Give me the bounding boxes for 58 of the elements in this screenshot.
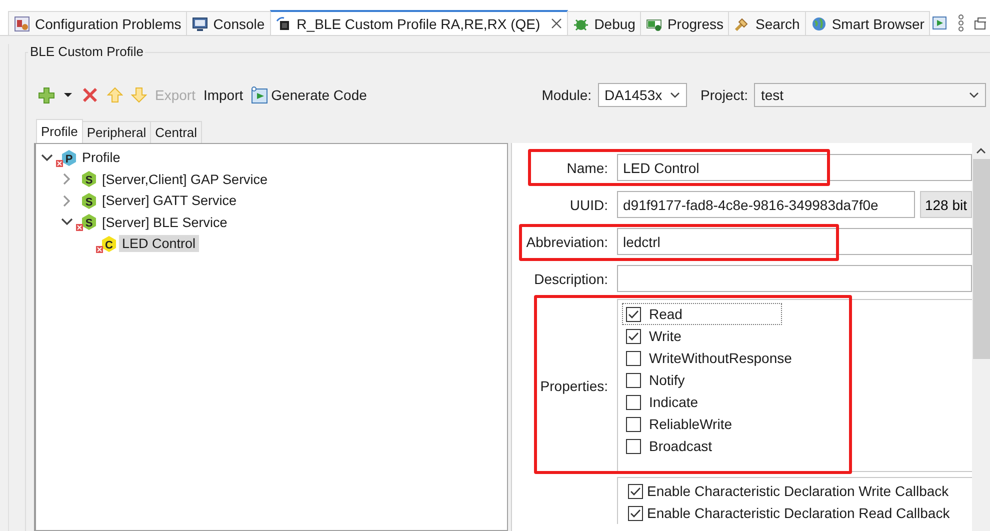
tree-item[interactable]: [Server] GATT Service	[99, 192, 240, 210]
group-title: BLE Custom Profile	[28, 44, 146, 59]
property-checkbox[interactable]: Notify	[622, 369, 782, 391]
more-icon[interactable]	[958, 14, 964, 32]
play-icon	[251, 86, 268, 104]
property-checkbox[interactable]: Read	[622, 303, 782, 325]
caret-icon	[670, 92, 680, 98]
caret-icon	[969, 92, 979, 98]
uuid-field[interactable]: d91f9177-fad8-4c8e-9816-349983da7f0e	[617, 191, 915, 218]
view-tab[interactable]: R_BLE Custom Profile RA,RE,RX (QE)	[270, 10, 568, 35]
property-checkbox[interactable]: Indicate	[622, 391, 782, 413]
tree-item[interactable]: Profile	[79, 149, 124, 166]
name-field[interactable]: LED Control	[617, 154, 972, 181]
tree-item[interactable]: LED Control	[119, 235, 199, 252]
view-tab[interactable]: Smart Browser	[804, 11, 930, 35]
scrollbar[interactable]	[972, 143, 990, 531]
bits-button[interactable]: 128 bit	[920, 191, 972, 218]
restore-icon[interactable]	[974, 16, 986, 30]
import-button[interactable]: Import	[203, 87, 244, 103]
name-label: Name:	[566, 160, 609, 176]
abbreviation-label: Abbreviation:	[525, 234, 609, 250]
scroll-up-icon[interactable]	[976, 147, 986, 155]
editor-tab[interactable]: Central	[150, 121, 202, 143]
view-tab[interactable]: Configuration Problems	[8, 11, 188, 35]
module-label: Module:	[542, 87, 592, 103]
project-label: Project:	[700, 87, 748, 103]
property-checkbox[interactable]: ReliableWrite	[622, 413, 782, 435]
flashlight-icon	[734, 16, 750, 32]
editor-tab[interactable]: Peripheral	[82, 121, 152, 143]
editor-tab[interactable]: Profile	[36, 119, 83, 143]
tree-item[interactable]: [Server,Client] GAP Service	[99, 170, 271, 188]
generate-code-button[interactable]: Generate Code	[251, 86, 367, 104]
monitor-icon	[192, 16, 208, 32]
globe-icon	[810, 16, 827, 32]
chip-icon	[276, 16, 292, 32]
description-field[interactable]	[617, 265, 972, 292]
property-checkbox[interactable]: Write	[622, 325, 782, 347]
tree-item[interactable]: [Server] BLE Service	[99, 214, 230, 231]
close-icon[interactable]	[551, 18, 562, 29]
description-label: Description:	[533, 270, 609, 286]
properties-label: Properties:	[539, 376, 609, 396]
view-tab[interactable]: Progress	[640, 11, 730, 35]
project-dropdown[interactable]: test	[754, 83, 986, 107]
caret-icon[interactable]	[63, 92, 73, 98]
view-tab[interactable]: Console	[186, 11, 271, 35]
run-icon[interactable]	[932, 15, 948, 31]
view-tab[interactable]: Debug	[567, 11, 642, 35]
view-tab[interactable]: Search	[728, 11, 806, 35]
problems-view-icon	[14, 16, 30, 32]
abbreviation-field[interactable]: ledctrl	[617, 228, 972, 255]
property-checkbox[interactable]: WriteWithoutResponse	[622, 347, 796, 369]
uuid-label: UUID:	[568, 196, 609, 212]
callback-checkbox[interactable]: Enable Characteristic Declaration Write Callback	[624, 480, 953, 502]
property-checkbox[interactable]: Broadcast	[622, 435, 782, 457]
delete-icon[interactable]	[81, 86, 99, 104]
module-dropdown[interactable]: DA1453x	[598, 83, 687, 107]
plus-icon[interactable]	[38, 86, 55, 104]
callback-checkbox[interactable]: Enable Characteristic Declaration Read Callback	[624, 502, 954, 524]
